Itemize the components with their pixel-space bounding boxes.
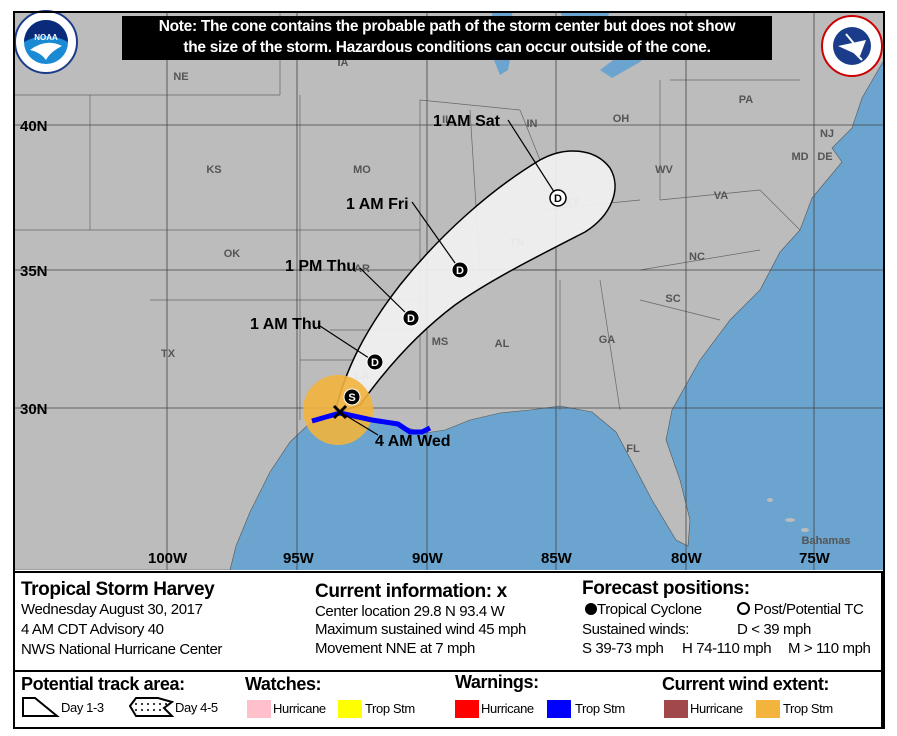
wind-h: H 74-110 mph (682, 640, 772, 657)
intensity-letter: D (407, 313, 415, 325)
forecast-point-d: D (402, 309, 420, 327)
state-label: NC (689, 251, 705, 263)
forecast-time-label: 1 AM Fri (346, 196, 409, 213)
state-label: FL (626, 443, 640, 455)
state-label: DE (817, 151, 832, 163)
noaa-logo: NOAA (14, 10, 78, 74)
trop-storm-wind-label: Trop Stm (783, 701, 833, 716)
wind-s: S 39-73 mph (582, 640, 664, 657)
storm-date: Wednesday August 30, 2017 (21, 601, 203, 618)
state-label: AR (354, 263, 370, 275)
svg-text:NOAA: NOAA (34, 33, 58, 42)
trop-storm-warning-label: Trop Stm (575, 701, 625, 716)
intensity-letter: S (348, 392, 355, 404)
lon-label: 95W (283, 550, 315, 567)
trop-storm-watch-swatch (338, 700, 362, 718)
current-info-title: Current information: x (315, 581, 508, 602)
intensity-letter: D (371, 357, 379, 369)
state-label: OK (224, 248, 241, 260)
info-panel: Tropical Storm Harvey Wednesday August 3… (13, 571, 883, 672)
center-location: Center location 29.8 N 93.4 W (315, 603, 505, 620)
note-line: Note: The cone contains the probable pat… (158, 18, 736, 35)
forecast-point-s: S (343, 388, 361, 406)
tropical-cyclone-key: Tropical Cyclone (585, 601, 702, 618)
day13-cone-icon (22, 697, 60, 717)
watches-title: Watches: (245, 674, 322, 694)
state-label: IN (527, 118, 538, 130)
trop-storm-warning-swatch (547, 700, 571, 718)
day45-cone-icon (128, 697, 174, 717)
cone-disclaimer-note: Note: The cone contains the probable pat… (122, 16, 772, 60)
current-time-label: 4 AM Wed (375, 433, 451, 450)
state-label: VA (714, 190, 729, 202)
lon-label: 80W (671, 550, 703, 567)
state-label: TX (161, 348, 176, 360)
lat-label: 35N (20, 263, 48, 280)
hurricane-watch-label: Hurricane (273, 701, 326, 716)
forecast-point-d: D (366, 353, 384, 371)
intensity-letter: D (456, 265, 464, 277)
intensity-letter: D (554, 193, 562, 205)
state-label: PA (739, 94, 754, 106)
hurricane-warning-label: Hurricane (481, 701, 534, 716)
nws-logo (821, 15, 883, 77)
lon-label: 85W (541, 550, 573, 567)
state-label: MO (353, 164, 371, 176)
wind-d: D < 39 mph (737, 621, 811, 638)
hollow-circle-icon (737, 602, 750, 615)
movement: Movement NNE at 7 mph (315, 640, 475, 657)
hurricane-watch-swatch (247, 700, 271, 718)
advisory: 4 AM CDT Advisory 40 (21, 621, 164, 638)
sustained-winds-label: Sustained winds: (582, 621, 690, 638)
state-label: NJ (820, 128, 834, 140)
filled-circle-icon (585, 603, 597, 615)
note-line: the size of the storm. Hazardous conditi… (183, 39, 711, 56)
forecast-time-label: 1 PM Thu (285, 258, 356, 275)
lon-label: 75W (799, 550, 831, 567)
x-icon: x (496, 581, 508, 602)
legend-panel: Potential track area: Day 1-3 Day 4-5 Wa… (13, 672, 883, 729)
issuer: NWS National Hurricane Center (21, 641, 222, 658)
state-label: OH (613, 113, 630, 125)
hurricane-wind-label: Hurricane (690, 701, 743, 716)
lat-label: 30N (20, 401, 48, 418)
state-label: SC (665, 293, 680, 305)
max-wind: Maximum sustained wind 45 mph (315, 621, 526, 638)
lon-label: 100W (148, 550, 188, 567)
forecast-time-label: 1 AM Thu (250, 316, 321, 333)
trop-storm-wind-swatch (756, 700, 780, 718)
track-area-title: Potential track area: (21, 674, 185, 694)
forecast-time-label: 1 AM Sat (433, 113, 501, 130)
forecast-point-d: D (451, 261, 469, 279)
wind-m: M > 110 mph (788, 640, 871, 657)
state-label: MD (791, 151, 808, 163)
warnings-title: Warnings: (455, 672, 539, 692)
state-label: Bahamas (802, 535, 851, 547)
state-label: NE (173, 71, 188, 83)
lat-label: 40N (20, 118, 48, 135)
wind-extent-title: Current wind extent: (662, 674, 830, 694)
hurricane-wind-swatch (664, 700, 688, 718)
day13-label: Day 1-3 (61, 700, 104, 715)
forecast-point-d: D (549, 189, 567, 207)
post-potential-tc-key: Post/Potential TC (737, 601, 864, 618)
state-label: AL (495, 338, 510, 350)
state-label: MS (432, 336, 449, 348)
hurricane-warning-swatch (455, 700, 479, 718)
lon-label: 90W (412, 550, 444, 567)
state-label: WV (655, 164, 673, 176)
trop-storm-watch-label: Trop Stm (365, 701, 415, 716)
forecast-title: Forecast positions: (582, 578, 750, 599)
storm-name: Tropical Storm Harvey (21, 579, 215, 600)
day45-label: Day 4-5 (175, 700, 218, 715)
state-label: KS (206, 164, 221, 176)
state-label: GA (599, 334, 616, 346)
